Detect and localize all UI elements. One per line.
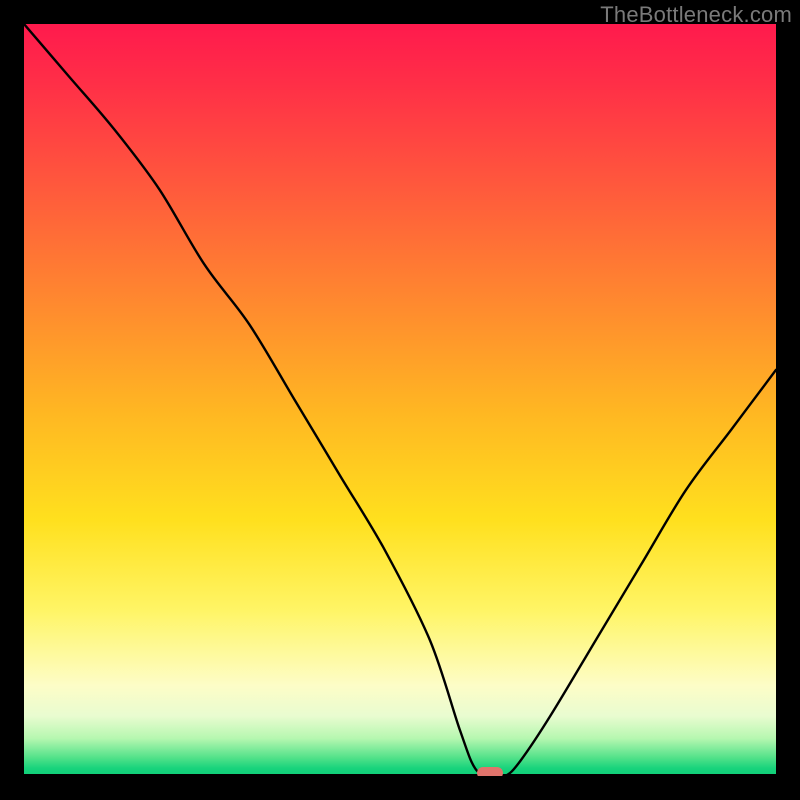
plot-area	[24, 24, 776, 776]
bottleneck-curve	[24, 24, 776, 776]
chart-frame: TheBottleneck.com	[0, 0, 800, 800]
x-axis-baseline	[24, 774, 776, 776]
optimal-point-marker	[477, 767, 503, 776]
